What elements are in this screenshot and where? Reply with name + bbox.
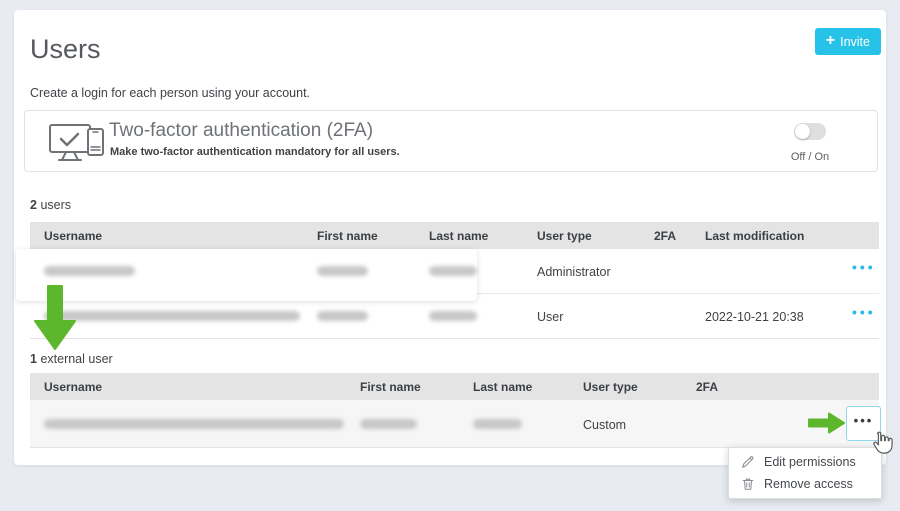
- col-last-name: Last name: [473, 380, 533, 394]
- table-row: Custom: [30, 400, 879, 447]
- twofa-title: Two-factor authentication (2FA): [109, 120, 374, 141]
- menu-item-edit-permissions[interactable]: Edit permissions: [729, 451, 881, 473]
- col-user-type: User type: [583, 380, 638, 394]
- users-count-label: 2 users: [30, 198, 71, 212]
- redacted-first-name: [317, 266, 368, 276]
- redacted-last-name: [473, 419, 522, 429]
- col-username: Username: [44, 229, 103, 243]
- redacted-first-name: [360, 419, 417, 429]
- twofa-toggle[interactable]: [794, 123, 826, 140]
- page-subtitle: Create a login for each person using you…: [30, 86, 311, 100]
- redacted-username: [44, 419, 344, 429]
- green-down-arrow-icon: [33, 285, 77, 357]
- row-actions-button[interactable]: •••: [852, 259, 876, 275]
- col-first-name: First name: [317, 229, 378, 243]
- col-2fa: 2FA: [654, 229, 677, 243]
- user-type-value: Custom: [583, 418, 627, 432]
- redacted-username: [44, 311, 300, 321]
- row-actions-button[interactable]: •••: [852, 304, 876, 320]
- toggle-label: Off / On: [790, 151, 830, 163]
- menu-item-label: Remove access: [764, 477, 853, 491]
- user-type-value: User: [537, 310, 564, 324]
- row-context-menu: Edit permissions Remove access: [728, 447, 882, 499]
- redacted-last-name: [429, 311, 477, 321]
- invite-button-label: Invite: [840, 34, 870, 49]
- redacted-first-name: [317, 311, 368, 321]
- users-count: 2: [30, 198, 37, 212]
- users-table-header: Username First name Last name User type …: [30, 222, 879, 249]
- page-title: Users: [30, 34, 101, 64]
- redacted-last-name: [429, 266, 477, 276]
- col-last-modification: Last modification: [705, 229, 805, 243]
- trash-icon: [742, 478, 754, 490]
- col-first-name: First name: [360, 380, 421, 394]
- cursor-pointer-icon: [869, 430, 893, 462]
- twofa-panel: Two-factor authentication (2FA) Make two…: [24, 110, 878, 172]
- invite-button[interactable]: + Invite: [814, 28, 881, 55]
- toggle-knob: [795, 124, 810, 139]
- col-user-type: User type: [537, 229, 592, 243]
- external-table-header: Username First name Last name User type …: [30, 373, 879, 400]
- pencil-icon: [742, 456, 754, 468]
- last-modification-value: 2022-10-21 20:38: [705, 310, 804, 324]
- menu-item-remove-access[interactable]: Remove access: [729, 473, 881, 495]
- col-last-name: Last name: [429, 229, 489, 243]
- table-bottom-border: [30, 338, 879, 339]
- plus-icon: +: [825, 31, 836, 49]
- menu-item-label: Edit permissions: [764, 455, 856, 469]
- green-right-arrow-icon: [808, 412, 846, 439]
- col-2fa: 2FA: [696, 380, 719, 394]
- devices-check-icon: [47, 120, 109, 171]
- users-page-card: Users + Invite Create a login for each p…: [14, 10, 893, 499]
- col-username: Username: [44, 380, 103, 394]
- twofa-description: Make two-factor authentication mandatory…: [110, 146, 400, 158]
- users-count-suffix: users: [40, 198, 72, 212]
- external-users-table: Username First name Last name User type …: [30, 373, 879, 448]
- redacted-username: [44, 266, 135, 276]
- users-table: Username First name Last name User type …: [16, 222, 879, 348]
- user-type-value: Administrator: [537, 265, 611, 279]
